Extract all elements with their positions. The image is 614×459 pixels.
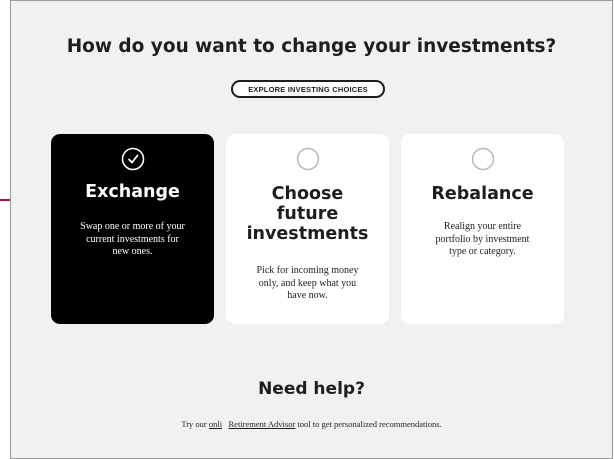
page-title: How do you want to change your investmen… xyxy=(66,36,557,57)
rebalance-option-card[interactable]: Rebalance Realign your entire portfolio … xyxy=(401,134,564,324)
card-description: Pick for incoming money only, and keep w… xyxy=(256,265,359,301)
empty-radio-icon xyxy=(296,147,319,171)
help-text: Try our onli Retirement Advisor tool to … xyxy=(11,419,612,429)
card-title: Rebalance xyxy=(431,184,534,204)
card-title: Exchange xyxy=(85,182,180,202)
card-title: Choose future investments xyxy=(246,184,369,244)
help-text-before: Try our xyxy=(181,419,209,429)
retirement-advisor-link[interactable]: Retirement Advisor xyxy=(229,419,296,429)
online-link[interactable]: onli xyxy=(209,419,222,429)
choose-future-investments-option-card[interactable]: Choose future investments Pick for incom… xyxy=(226,134,389,324)
checked-radio-icon xyxy=(121,147,144,171)
need-help-heading: Need help? xyxy=(258,379,365,399)
card-description: Realign your entire portfolio by investm… xyxy=(435,221,530,257)
help-text-after: tool to get personalized recommendations… xyxy=(295,419,442,429)
card-description: Swap one or more of your current investm… xyxy=(80,221,185,257)
exchange-option-card[interactable]: Exchange Swap one or more of your curren… xyxy=(51,134,214,324)
investment-change-panel: How do you want to change your investmen… xyxy=(10,0,613,459)
empty-radio-icon xyxy=(471,147,494,171)
explore-investing-choices-button[interactable]: EXPLORE INVESTING CHOICES xyxy=(231,80,385,98)
